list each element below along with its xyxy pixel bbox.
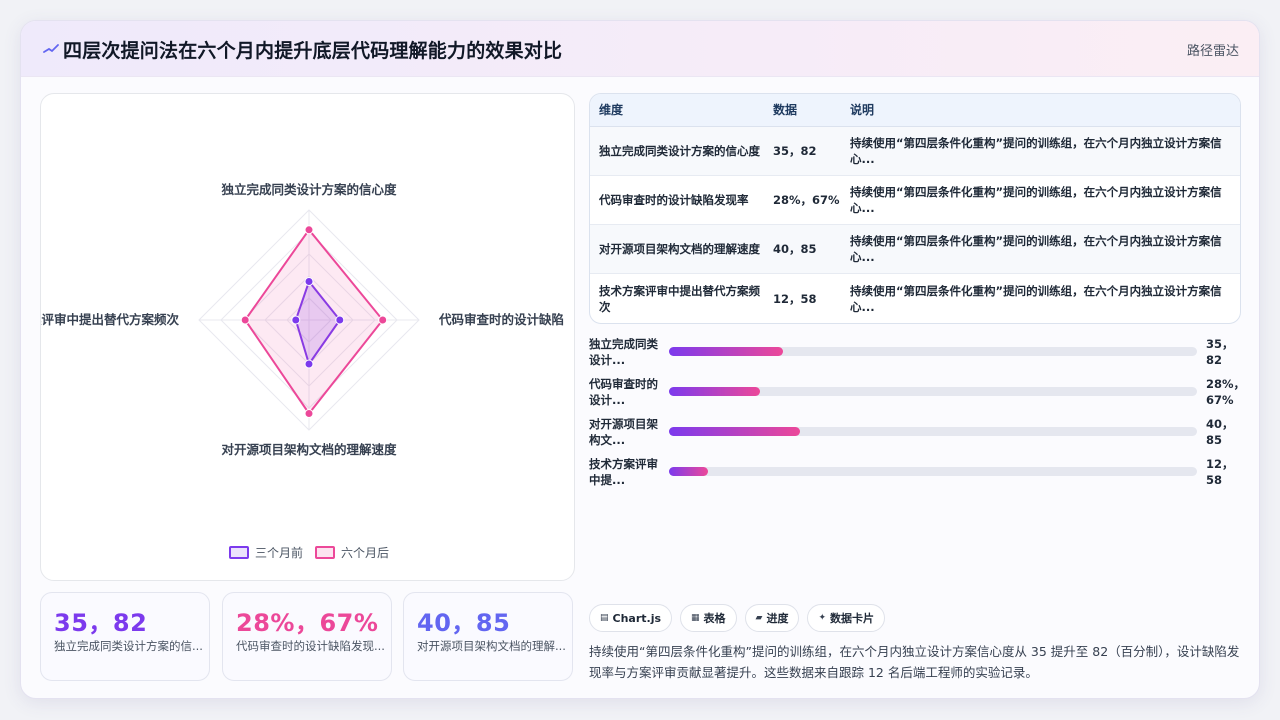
stat-value: 40，85 bbox=[417, 609, 511, 637]
stat-value: 28%，67% bbox=[236, 609, 379, 637]
cell-data: 12，58 bbox=[773, 291, 817, 306]
progress-track bbox=[669, 467, 1197, 476]
cell-data: 40，85 bbox=[773, 242, 817, 256]
progress-label: 独立完成同类设计... bbox=[589, 337, 658, 367]
chip-chartjs[interactable]: ▤ Chart.js bbox=[589, 604, 673, 632]
table-row[interactable]: 对开源项目架构文档的理解速度 40，85 持续使用“第四层条件化重构”提问的训练… bbox=[590, 225, 1240, 274]
progress-label: 技术方案评审中提... bbox=[589, 457, 658, 487]
legend-label-after: 六个月后 bbox=[341, 546, 390, 560]
progress-track bbox=[669, 347, 1197, 356]
progress-fill bbox=[669, 467, 708, 476]
chip-data-card[interactable]: ✦ 数据卡片 bbox=[807, 604, 886, 632]
cell-description: 持续使用“第四层条件化重构”提问的训练组，在六个月内独立设计方案信心... bbox=[850, 234, 1222, 264]
view-tag[interactable]: 路径雷达 bbox=[1187, 40, 1239, 59]
legend-item-before[interactable]: 三个月前 bbox=[229, 544, 303, 561]
chip-label: 数据卡片 bbox=[830, 612, 875, 625]
progress-row: 独立完成同类设计... 35，82 bbox=[589, 336, 1249, 376]
table-row[interactable]: 技术方案评审中提出替代方案频次 12，58 持续使用“第四层条件化重构”提问的训… bbox=[590, 274, 1240, 323]
cell-description: 持续使用“第四层条件化重构”提问的训练组，在六个月内独立设计方案信心... bbox=[850, 283, 1222, 314]
radar-axis-label: 案评审中提出替代方案频次 bbox=[41, 312, 179, 327]
sparkline-icon bbox=[43, 44, 59, 53]
chip-progress[interactable]: ▰ 进度 bbox=[744, 604, 800, 632]
cell-dimension: 代码审查时的设计缺陷发现率 bbox=[599, 193, 749, 207]
radar-axis-label: 对开源项目架构文档的理解速度 bbox=[221, 442, 397, 457]
progress-track bbox=[669, 387, 1197, 396]
cell-data: 28%，67% bbox=[773, 193, 840, 207]
header-bar: 四层次提问法在六个月内提升底层代码理解能力的效果对比 路径雷达 bbox=[21, 21, 1259, 77]
radar-point bbox=[291, 315, 301, 325]
radar-chart: 独立完成同类设计方案的信心度代码审查时的设计缺陷对开源项目架构文档的理解速度 案评… bbox=[41, 182, 564, 457]
progress-value: 28%，67% bbox=[1206, 377, 1246, 407]
chip-label: 表格 bbox=[703, 612, 726, 625]
stat-label: 独立完成同类设计方案的信... bbox=[54, 639, 203, 653]
legend-label-before: 三个月前 bbox=[255, 546, 304, 560]
progress-row: 代码审查时的设计... 28%，67% bbox=[589, 376, 1249, 416]
stat-value: 35，82 bbox=[54, 609, 148, 637]
radar-point bbox=[240, 315, 250, 325]
chart-icon: ▤ bbox=[600, 613, 609, 623]
legend-item-after[interactable]: 六个月后 bbox=[315, 544, 389, 561]
table-row[interactable]: 独立完成同类设计方案的信心度 35，82 持续使用“第四层条件化重构”提问的训练… bbox=[590, 127, 1240, 176]
radar-point bbox=[304, 277, 314, 286]
cell-description: 持续使用“第四层条件化重构”提问的训练组，在六个月内独立设计方案信心... bbox=[850, 185, 1222, 215]
progress-row: 对开源项目架构文... 40，85 bbox=[589, 416, 1249, 456]
radar-series-area bbox=[243, 228, 384, 416]
header-description[interactable]: 说明 bbox=[850, 102, 1240, 118]
chip-table[interactable]: ▦ 表格 bbox=[680, 604, 737, 632]
stat-card-defect-rate: 28%，67% 代码审查时的设计缺陷发现... bbox=[222, 592, 392, 681]
radar-axis-label: 独立完成同类设计方案的信心度 bbox=[220, 182, 397, 197]
cell-data: 35，82 bbox=[773, 144, 817, 158]
chip-label: 进度 bbox=[766, 612, 789, 625]
progress-label: 代码审查时的设计... bbox=[589, 377, 658, 407]
progress-fill bbox=[669, 347, 784, 356]
header-data[interactable]: 数据 bbox=[773, 102, 850, 118]
progress-value: 40，85 bbox=[1206, 417, 1234, 447]
progress-fill bbox=[669, 427, 801, 436]
radar-chart-panel: 独立完成同类设计方案的信心度代码审查时的设计缺陷对开源项目架构文档的理解速度 案评… bbox=[40, 93, 575, 581]
cell-dimension: 独立完成同类设计方案的信心度 bbox=[599, 144, 760, 158]
radar-axis-label: 代码审查时的设计缺陷 bbox=[438, 312, 564, 327]
progress-row: 技术方案评审中提... 12，58 bbox=[589, 456, 1249, 496]
stat-label: 代码审查时的设计缺陷发现... bbox=[236, 639, 385, 653]
radar-point bbox=[304, 409, 314, 418]
page-title: 四层次提问法在六个月内提升底层代码理解能力的效果对比 bbox=[63, 40, 563, 62]
progress-value: 12，58 bbox=[1206, 457, 1234, 487]
progress-label: 对开源项目架构文... bbox=[589, 417, 658, 447]
header-dimension[interactable]: 维度 bbox=[590, 102, 773, 118]
cell-description: 持续使用“第四层条件化重构”提问的训练组，在六个月内独立设计方案信心... bbox=[850, 136, 1222, 166]
dashboard-card: 四层次提问法在六个月内提升底层代码理解能力的效果对比 路径雷达 独立完成同类设计… bbox=[20, 20, 1260, 699]
stat-card-confidence: 35，82 独立完成同类设计方案的信... bbox=[40, 592, 210, 681]
stat-label: 对开源项目架构文档的理解... bbox=[417, 639, 566, 653]
chart-legend: 三个月前 六个月后 bbox=[229, 544, 389, 561]
table-body: 独立完成同类设计方案的信心度 35，82 持续使用“第四层条件化重构”提问的训练… bbox=[590, 127, 1240, 323]
summary-text: 持续使用“第四层条件化重构”提问的训练组，在六个月内独立设计方案信心度从 35 … bbox=[589, 644, 1240, 680]
radar-point bbox=[378, 315, 388, 325]
legend-swatch-before bbox=[229, 546, 249, 559]
radar-point bbox=[304, 359, 314, 369]
progress-track bbox=[669, 427, 1197, 436]
progress-fill bbox=[669, 387, 760, 396]
radar-point bbox=[304, 225, 314, 235]
table-header: 维度 数据 说明 bbox=[590, 94, 1240, 127]
sparkle-icon: ✦ bbox=[818, 613, 827, 623]
cell-dimension: 技术方案评审中提出替代方案频次 bbox=[599, 283, 760, 314]
progress-value: 35，82 bbox=[1206, 337, 1234, 367]
legend-swatch-after bbox=[315, 546, 336, 559]
table-icon: ▦ bbox=[691, 613, 700, 623]
stat-card-doc-speed: 40，85 对开源项目架构文档的理解... bbox=[403, 592, 573, 681]
data-table: 维度 数据 说明 独立完成同类设计方案的信心度 35，82 持续使用“第四层条件… bbox=[589, 93, 1241, 324]
radar-point bbox=[335, 315, 345, 325]
cell-dimension: 对开源项目架构文档的理解速度 bbox=[599, 242, 760, 256]
progress-icon: ▰ bbox=[755, 613, 763, 623]
chip-label: Chart.js bbox=[612, 611, 662, 625]
tech-chips: ▤ Chart.js ▦ 表格 ▰ 进度 ✦ 数据卡片 bbox=[589, 604, 886, 632]
table-row[interactable]: 代码审查时的设计缺陷发现率 28%，67% 持续使用“第四层条件化重构”提问的训… bbox=[590, 176, 1240, 225]
